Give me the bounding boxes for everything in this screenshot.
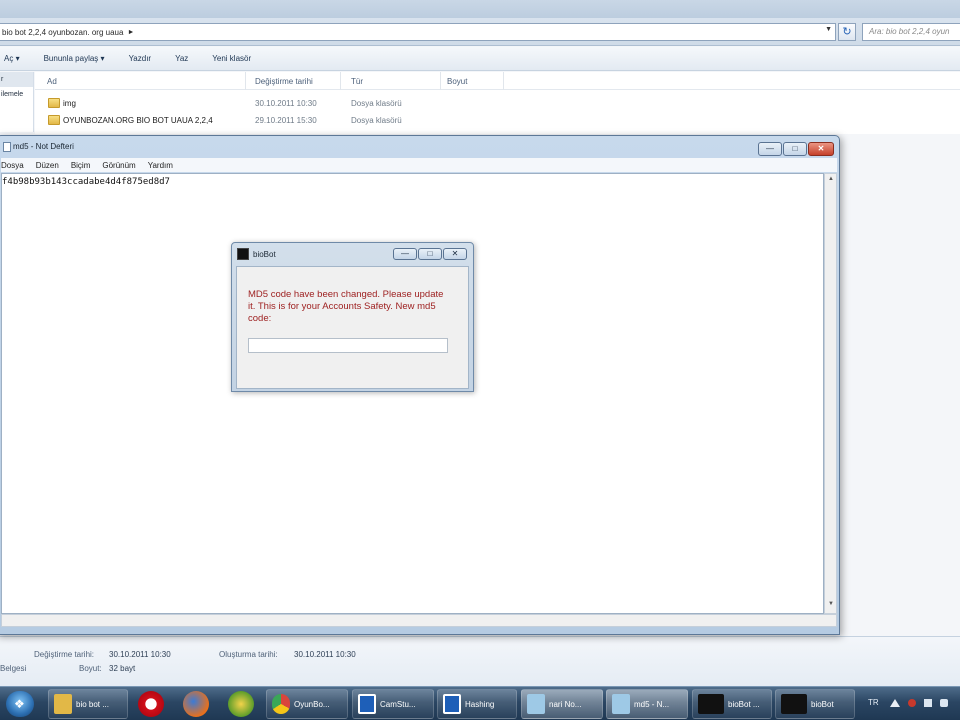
menu-edit[interactable]: Düzen xyxy=(30,161,65,170)
created-value: 30.10.2011 10:30 xyxy=(294,650,356,659)
security-icon[interactable] xyxy=(908,699,916,707)
taskbar-button-camstudio[interactable]: CamStu... xyxy=(352,689,434,719)
hashing-icon xyxy=(443,694,461,714)
show-hidden-icons-icon[interactable] xyxy=(890,699,900,707)
start-button[interactable]: ❖ xyxy=(6,691,34,717)
column-name[interactable]: Ad xyxy=(47,77,57,86)
size-label: Boyut: xyxy=(79,664,102,673)
file-list: Ad Değiştirme tarihi Tür Boyut img 30.10… xyxy=(35,72,960,134)
notepad-icon xyxy=(612,694,630,714)
column-type[interactable]: Tür xyxy=(351,77,363,86)
open-button[interactable]: Aç ▾ xyxy=(0,54,32,63)
notepad-window-controls: — □ ✕ xyxy=(757,142,834,156)
notepad-text-area[interactable]: f4b98b93b143ccadabe4d4f875ed8d7 xyxy=(1,173,824,614)
horizontal-scrollbar[interactable] xyxy=(1,614,837,627)
dialog-close-button[interactable]: ✕ xyxy=(443,248,467,260)
refresh-button[interactable]: ↻ xyxy=(838,23,856,41)
app-icon[interactable] xyxy=(228,691,254,717)
minimize-button[interactable]: — xyxy=(758,142,782,156)
modified-label: Değiştirme tarihi: xyxy=(34,650,95,659)
dialog-body: MD5 code have been changed. Please updat… xyxy=(236,266,469,389)
biobot-icon xyxy=(237,248,249,260)
details-pane: Değiştirme tarihi: 30.10.2011 10:30 Oluş… xyxy=(0,636,960,686)
print-button[interactable]: Yazdır xyxy=(117,54,164,63)
notepad-icon xyxy=(3,142,11,152)
modified-value: 30.10.2011 10:30 xyxy=(109,650,171,659)
file-row[interactable]: OYUNBOZAN.ORG BIO BOT UAUA 2,2,4 29.10.2… xyxy=(35,113,960,129)
address-bar[interactable]: bio bot 2,2,4 oyunbozan. org uaua ► ▼ xyxy=(0,23,836,41)
address-dropdown-icon[interactable]: ▼ xyxy=(825,26,832,33)
search-input[interactable]: Ara: bio bot 2,2,4 oyun xyxy=(862,23,960,41)
file-modified: 30.10.2011 10:30 xyxy=(255,99,317,108)
scroll-down-icon[interactable]: ▼ xyxy=(826,601,836,611)
dialog-title: bioBot xyxy=(253,250,276,259)
folder-icon xyxy=(48,98,60,108)
address-path: bio bot 2,2,4 oyunbozan. org uaua xyxy=(2,27,124,37)
firefox-icon[interactable] xyxy=(183,691,209,717)
close-button[interactable]: ✕ xyxy=(808,142,834,156)
biobot-dialog: bioBot — □ ✕ MD5 code have been changed.… xyxy=(231,242,474,392)
language-indicator[interactable]: TR xyxy=(868,698,879,707)
file-type-label: Belgesi xyxy=(0,664,27,673)
write-button[interactable]: Yaz xyxy=(163,54,200,63)
notepad-menubar: Dosya Düzen Biçim Görünüm Yardım xyxy=(1,158,837,172)
menu-format[interactable]: Biçim xyxy=(65,161,97,170)
file-type: Dosya klasörü xyxy=(351,99,402,108)
column-size[interactable]: Boyut xyxy=(447,77,467,86)
share-with-button[interactable]: Bununla paylaş ▾ xyxy=(32,54,117,63)
biobot-icon xyxy=(781,694,807,714)
vertical-scrollbar[interactable]: ▲ ▼ xyxy=(824,173,837,614)
file-row[interactable]: img 30.10.2011 10:30 Dosya klasörü xyxy=(35,96,960,112)
taskbar: ❖ bio bot ... OyunBo... CamStu... Hashin… xyxy=(0,686,960,720)
taskbar-button-md5-notepad[interactable]: md5 - N... xyxy=(606,689,688,719)
notepad-icon xyxy=(527,694,545,714)
navigation-pane: r ilemele xyxy=(0,72,34,132)
taskbar-button-biobot[interactable]: bioBot ... xyxy=(692,689,772,719)
biobot-icon xyxy=(698,694,724,714)
opera-icon[interactable] xyxy=(138,691,164,717)
breadcrumb-arrow-icon[interactable]: ► xyxy=(127,29,134,36)
menu-help[interactable]: Yardım xyxy=(142,161,179,170)
folder-icon xyxy=(48,115,60,125)
camstudio-icon xyxy=(358,694,376,714)
taskbar-button-explorer[interactable]: bio bot ... xyxy=(48,689,128,719)
system-tray: TR xyxy=(862,687,960,720)
network-icon[interactable] xyxy=(924,699,932,707)
menu-file[interactable]: Dosya xyxy=(1,161,30,170)
maximize-button[interactable]: □ xyxy=(783,142,807,156)
folder-icon xyxy=(54,694,72,714)
new-md5-input[interactable] xyxy=(248,338,448,353)
notepad-title: md5 - Not Defteri xyxy=(13,142,74,151)
new-folder-button[interactable]: Yeni klasör xyxy=(200,54,263,63)
file-type: Dosya klasörü xyxy=(351,116,402,125)
column-modified[interactable]: Değiştirme tarihi xyxy=(255,77,313,86)
menu-view[interactable]: Görünüm xyxy=(96,161,141,170)
taskbar-button-hashing[interactable]: Hashing xyxy=(437,689,517,719)
file-modified: 29.10.2011 15:30 xyxy=(255,116,317,125)
taskbar-button-biobot-2[interactable]: bioBot xyxy=(775,689,855,719)
dialog-message: MD5 code have been changed. Please updat… xyxy=(248,289,444,324)
size-value: 32 bayt xyxy=(109,664,136,673)
nav-item[interactable]: ilemele xyxy=(0,87,33,102)
created-label: Oluşturma tarihi: xyxy=(219,650,278,659)
nav-item[interactable]: r xyxy=(0,72,33,87)
volume-icon[interactable] xyxy=(940,699,948,707)
taskbar-button-notepad[interactable]: nari No... xyxy=(521,689,603,719)
dialog-window-controls: — □ ✕ xyxy=(392,248,467,260)
chrome-icon xyxy=(272,694,290,714)
dialog-minimize-button[interactable]: — xyxy=(393,248,417,260)
column-headers: Ad Değiştirme tarihi Tür Boyut xyxy=(35,72,960,90)
file-name: OYUNBOZAN.ORG BIO BOT UAUA 2,2,4 xyxy=(63,116,213,125)
windows-logo-icon: ❖ xyxy=(14,697,25,711)
dialog-maximize-button[interactable]: □ xyxy=(418,248,442,260)
explorer-title-strip xyxy=(0,0,960,18)
taskbar-button-chrome[interactable]: OyunBo... xyxy=(266,689,348,719)
explorer-toolbar: Aç ▾ Bununla paylaş ▾ Yazdır Yaz Yeni kl… xyxy=(0,47,960,71)
file-name: img xyxy=(63,99,76,108)
scroll-up-icon[interactable]: ▲ xyxy=(826,176,836,186)
